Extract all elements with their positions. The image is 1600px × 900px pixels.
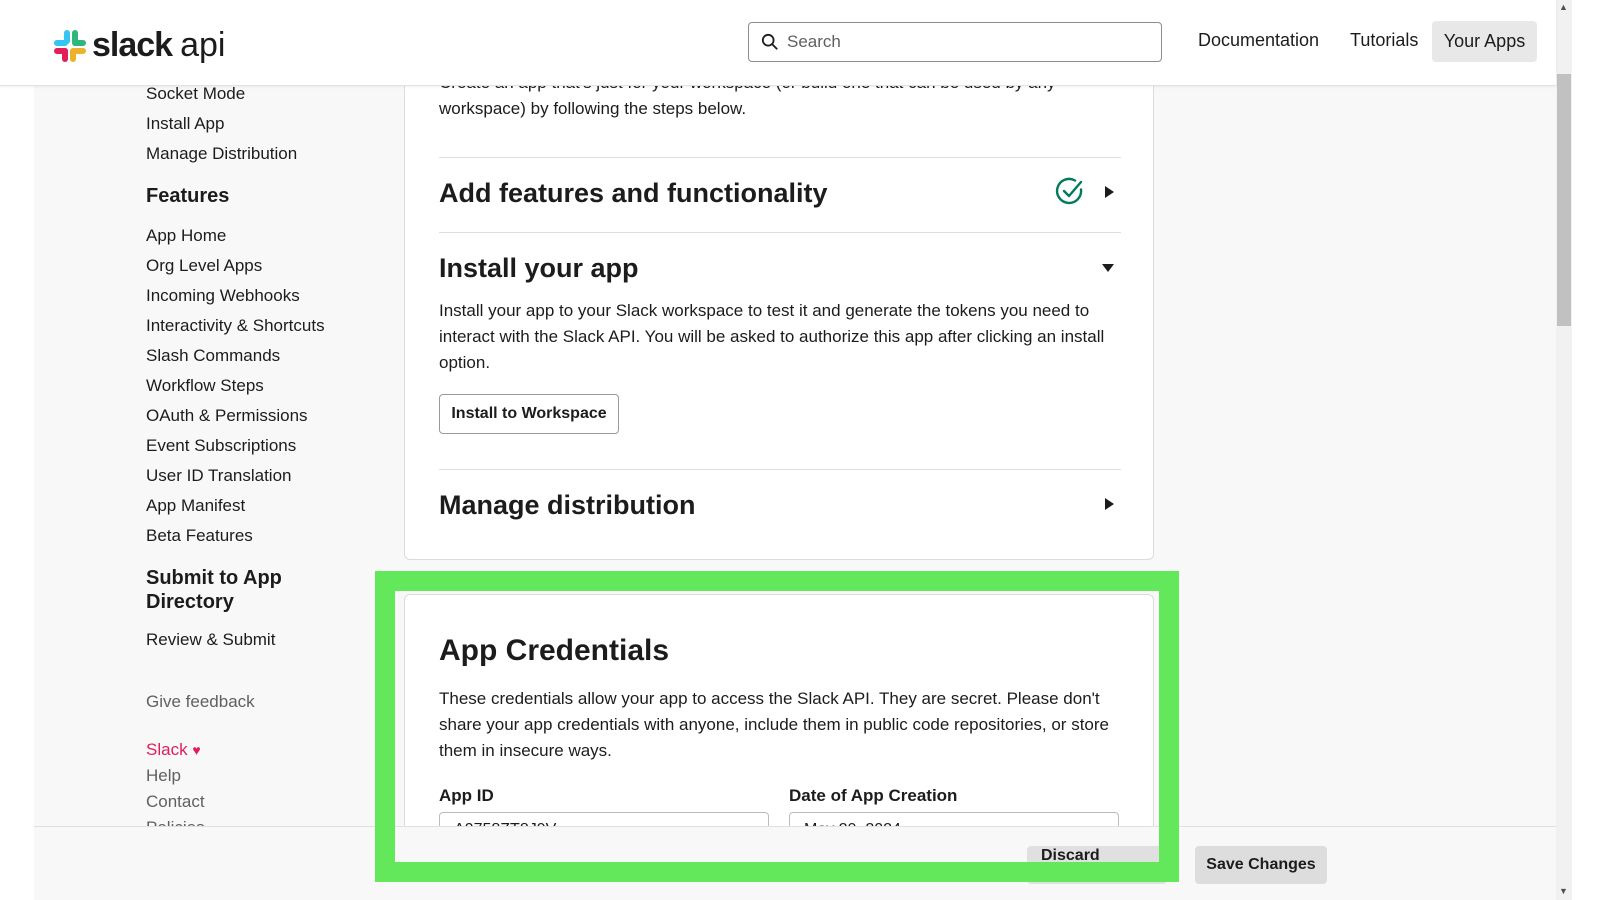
credentials-title: App Credentials — [439, 634, 670, 667]
sidebar-item-event-subscriptions[interactable]: Event Subscriptions — [146, 436, 296, 456]
footer-link-help[interactable]: Help — [146, 766, 181, 786]
sidebar-item-slash-commands[interactable]: Slash Commands — [146, 346, 280, 366]
footer-link-contact[interactable]: Contact — [146, 792, 205, 812]
sidebar-item-manage-distribution[interactable]: Manage Distribution — [146, 144, 297, 164]
chevron-right-icon[interactable] — [1105, 498, 1114, 510]
sidebar-item-user-id-translation[interactable]: User ID Translation — [146, 466, 292, 486]
scroll-down-icon[interactable]: ▼ — [1559, 886, 1568, 896]
scrollbar-thumb[interactable] — [1557, 74, 1571, 326]
logo-text: slack — [92, 26, 173, 64]
footer-link-slack[interactable]: Slack ♥ — [146, 740, 201, 760]
chevron-down-icon[interactable] — [1102, 264, 1114, 272]
install-desc-line3: option. — [439, 353, 491, 372]
sidebar-item-oauth[interactable]: OAuth & Permissions — [146, 406, 308, 426]
sidebar-item-socket-mode[interactable]: Socket Mode — [146, 84, 245, 104]
sidebar-item-beta-features[interactable]: Beta Features — [146, 526, 253, 546]
check-circle-icon — [1055, 177, 1083, 205]
search-icon — [761, 33, 778, 50]
slack-api-logo[interactable]: slack api — [54, 26, 225, 65]
date-created-label: Date of App Creation — [789, 786, 958, 805]
heart-icon: ♥ — [192, 742, 201, 758]
sidebar-heading-submit: Submit to App — [146, 567, 282, 589]
save-changes-button[interactable]: Save Changes — [1195, 846, 1327, 884]
section-divider — [439, 469, 1121, 470]
install-desc-line1: Install your app to your Slack workspace… — [439, 301, 1090, 320]
section-divider — [439, 157, 1121, 158]
search-input[interactable] — [787, 32, 1147, 52]
sidebar-item-app-manifest[interactable]: App Manifest — [146, 496, 245, 516]
credentials-desc-line3: them in insecure ways. — [439, 741, 612, 760]
sidebar-item-app-home[interactable]: App Home — [146, 226, 226, 246]
sidebar-item-incoming-webhooks[interactable]: Incoming Webhooks — [146, 286, 300, 306]
nav-tutorials[interactable]: Tutorials — [1350, 30, 1418, 51]
section-divider — [439, 232, 1121, 233]
sidebar-item-install-app[interactable]: Install App — [146, 114, 224, 134]
app-id-label: App ID — [439, 786, 494, 805]
slack-logo-icon — [54, 29, 86, 62]
nav-documentation[interactable]: Documentation — [1198, 30, 1319, 51]
footer-slack-label: Slack — [146, 740, 188, 759]
credentials-desc-line2: share your app credentials with anyone, … — [439, 715, 1109, 734]
section-title-manage-distribution[interactable]: Manage distribution — [439, 490, 696, 521]
nav-your-apps[interactable]: Your Apps — [1432, 21, 1537, 62]
sidebar-item-review-submit[interactable]: Review & Submit — [146, 630, 275, 650]
chevron-right-icon[interactable] — [1105, 186, 1114, 198]
install-desc-line2: interact with the Slack API. You will be… — [439, 327, 1105, 346]
bottom-action-bar — [34, 826, 1556, 900]
install-to-workspace-button[interactable]: Install to Workspace — [439, 394, 619, 434]
logo-suffix: api — [180, 26, 226, 64]
sidebar-heading-features: Features — [146, 185, 230, 207]
sidebar-item-workflow-steps[interactable]: Workflow Steps — [146, 376, 264, 396]
scroll-up-icon[interactable]: ▲ — [1559, 2, 1568, 12]
sidebar-heading-submit-line2: Directory — [146, 591, 234, 613]
discard-changes-button[interactable]: Discard Changes — [1027, 846, 1167, 884]
section-title-install-app[interactable]: Install your app — [439, 253, 639, 284]
give-feedback-link[interactable]: Give feedback — [146, 692, 255, 712]
build-intro-line2: workspace) by following the steps below. — [439, 99, 747, 118]
sidebar-item-interactivity[interactable]: Interactivity & Shortcuts — [146, 316, 325, 336]
search-box[interactable] — [748, 22, 1162, 62]
credentials-desc-line1: These credentials allow your app to acce… — [439, 689, 1100, 708]
sidebar-item-org-level-apps[interactable]: Org Level Apps — [146, 256, 262, 276]
section-title-add-features[interactable]: Add features and functionality — [439, 178, 828, 209]
top-header: slack api Documentation Tutorials Your A… — [0, 0, 1556, 86]
